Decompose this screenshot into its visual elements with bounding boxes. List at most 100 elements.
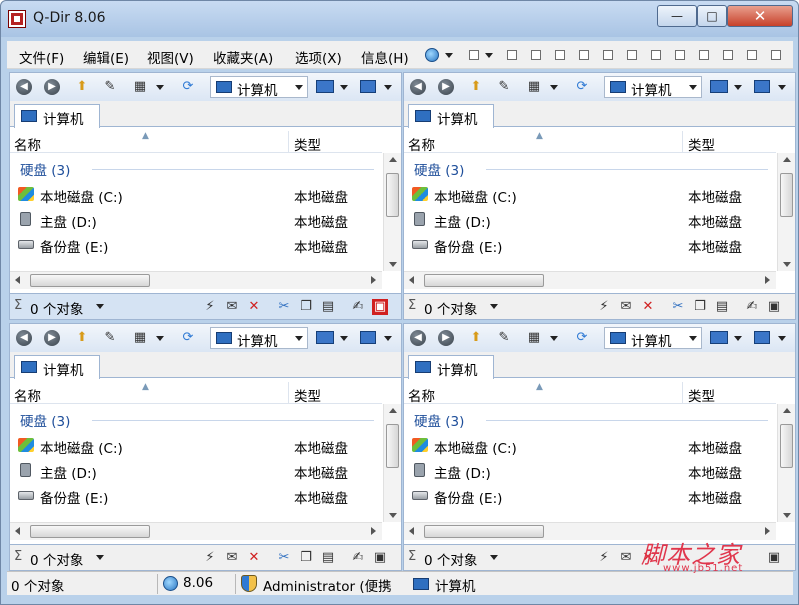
- address-caret[interactable]: [689, 85, 697, 90]
- address-caret[interactable]: [295, 85, 303, 90]
- list-item[interactable]: 本地磁盘 (C:) 本地磁盘: [404, 434, 776, 458]
- copy-icon[interactable]: ❐: [298, 299, 314, 315]
- scroll-down-icon[interactable]: [783, 262, 791, 267]
- column-type[interactable]: 类型: [688, 385, 715, 405]
- globe-icon[interactable]: [163, 576, 178, 591]
- folder-up-icon[interactable]: ⬆: [468, 330, 484, 346]
- delete-icon[interactable]: ✕: [640, 550, 656, 566]
- horizontal-scrollbar[interactable]: [10, 522, 382, 540]
- network-caret[interactable]: [778, 85, 786, 90]
- copy-icon[interactable]: ❐: [692, 299, 708, 315]
- refresh-icon[interactable]: ⟳: [574, 79, 590, 95]
- scroll-right-icon[interactable]: [371, 276, 376, 284]
- scroll-right-icon[interactable]: [765, 527, 770, 535]
- desktop-caret[interactable]: [734, 85, 742, 90]
- mail-icon[interactable]: ✉: [618, 550, 634, 566]
- minimize-button[interactable]: —: [657, 5, 697, 27]
- menu-info[interactable]: 信息(H): [361, 47, 409, 67]
- back-icon[interactable]: ◀: [16, 79, 32, 95]
- pane-layout-11-icon[interactable]: [747, 50, 757, 60]
- column-divider[interactable]: [682, 131, 683, 153]
- list-item[interactable]: 备份盘 (E:) 本地磁盘: [404, 484, 776, 508]
- new-folder-icon[interactable]: ✎: [496, 330, 512, 346]
- scroll-down-icon[interactable]: [389, 513, 397, 518]
- address-box[interactable]: 计算机: [210, 76, 308, 99]
- pane-layout-8-icon[interactable]: [675, 50, 685, 60]
- address-box[interactable]: 计算机: [604, 327, 702, 350]
- cut-icon[interactable]: ✂: [670, 299, 686, 315]
- new-folder-icon[interactable]: ✎: [496, 79, 512, 95]
- rename-icon[interactable]: ✍: [744, 299, 760, 315]
- network-icon[interactable]: [754, 331, 770, 344]
- object-count[interactable]: 0 个对象: [424, 298, 477, 318]
- forward-icon[interactable]: ▶: [44, 79, 60, 95]
- address-caret[interactable]: [689, 336, 697, 341]
- scroll-left-icon[interactable]: [409, 527, 414, 535]
- refresh-icon[interactable]: ⟳: [574, 330, 590, 346]
- mail-icon[interactable]: ✉: [618, 299, 634, 315]
- horizontal-scrollbar[interactable]: [404, 271, 776, 289]
- address-caret[interactable]: [295, 336, 303, 341]
- maximize-button[interactable]: □: [697, 5, 727, 27]
- pane-layout-3-icon[interactable]: [555, 50, 565, 60]
- pane-layout-7-icon[interactable]: [651, 50, 661, 60]
- list-item[interactable]: 主盘 (D:) 本地磁盘: [404, 459, 776, 483]
- pane-layout-2-icon[interactable]: [531, 50, 541, 60]
- menu-file[interactable]: 文件(F): [19, 47, 64, 67]
- horizontal-scrollbar[interactable]: [10, 271, 382, 289]
- cut-icon[interactable]: ✂: [276, 550, 292, 566]
- rename-icon[interactable]: ✍: [350, 299, 366, 315]
- view-mode-icon[interactable]: ▦: [526, 330, 542, 346]
- folder-up-icon[interactable]: ⬆: [468, 79, 484, 95]
- pane-layout-6-icon[interactable]: [627, 50, 637, 60]
- mail-icon[interactable]: ✉: [224, 299, 240, 315]
- back-icon[interactable]: ◀: [410, 79, 426, 95]
- forward-icon[interactable]: ▶: [438, 330, 454, 346]
- scroll-thumb[interactable]: [386, 173, 399, 217]
- scroll-thumb[interactable]: [386, 424, 399, 468]
- close-button[interactable]: ✕: [727, 5, 793, 27]
- pane-layout-5-icon[interactable]: [603, 50, 613, 60]
- desktop-icon[interactable]: [710, 331, 728, 344]
- network-icon[interactable]: [360, 331, 376, 344]
- scroll-right-icon[interactable]: [765, 276, 770, 284]
- mail-icon[interactable]: ✉: [224, 550, 240, 566]
- scroll-right-icon[interactable]: [371, 527, 376, 535]
- properties-icon[interactable]: ▣: [372, 550, 388, 566]
- list-item[interactable]: 主盘 (D:) 本地磁盘: [404, 208, 776, 232]
- horizontal-scrollbar[interactable]: [404, 522, 776, 540]
- scroll-thumb[interactable]: [424, 525, 544, 538]
- pane-layout-4-icon[interactable]: [579, 50, 589, 60]
- scroll-thumb[interactable]: [780, 424, 793, 468]
- view-mode-caret[interactable]: [550, 85, 558, 90]
- vertical-scrollbar[interactable]: [777, 404, 795, 522]
- column-divider[interactable]: [288, 131, 289, 153]
- scroll-down-icon[interactable]: [389, 262, 397, 267]
- scroll-left-icon[interactable]: [15, 527, 20, 535]
- view-mode-caret[interactable]: [550, 336, 558, 341]
- new-folder-icon[interactable]: ✎: [102, 79, 118, 95]
- back-icon[interactable]: ◀: [410, 330, 426, 346]
- list-item[interactable]: 主盘 (D:) 本地磁盘: [10, 208, 382, 232]
- list-item[interactable]: 本地磁盘 (C:) 本地磁盘: [10, 434, 382, 458]
- column-type[interactable]: 类型: [294, 134, 321, 154]
- column-type[interactable]: 类型: [688, 134, 715, 154]
- lightning-icon[interactable]: ⚡: [202, 550, 218, 566]
- tab-computer[interactable]: 计算机: [14, 355, 100, 379]
- column-divider[interactable]: [288, 382, 289, 404]
- column-divider[interactable]: [682, 382, 683, 404]
- scroll-up-icon[interactable]: [783, 408, 791, 413]
- delete-icon[interactable]: ✕: [640, 299, 656, 315]
- tab-computer[interactable]: 计算机: [14, 104, 100, 128]
- vertical-scrollbar[interactable]: [383, 404, 401, 522]
- menu-view[interactable]: 视图(V): [147, 47, 194, 67]
- lightning-icon[interactable]: ⚡: [202, 299, 218, 315]
- column-name[interactable]: 名称: [14, 385, 41, 405]
- count-caret[interactable]: [96, 555, 104, 560]
- paste-icon[interactable]: ▤: [320, 550, 336, 566]
- copy-icon[interactable]: ❐: [298, 550, 314, 566]
- address-box[interactable]: 计算机: [604, 76, 702, 99]
- pane-layout-9-icon[interactable]: [699, 50, 709, 60]
- object-count[interactable]: 0 个对象: [424, 549, 477, 569]
- delete-icon[interactable]: ✕: [246, 299, 262, 315]
